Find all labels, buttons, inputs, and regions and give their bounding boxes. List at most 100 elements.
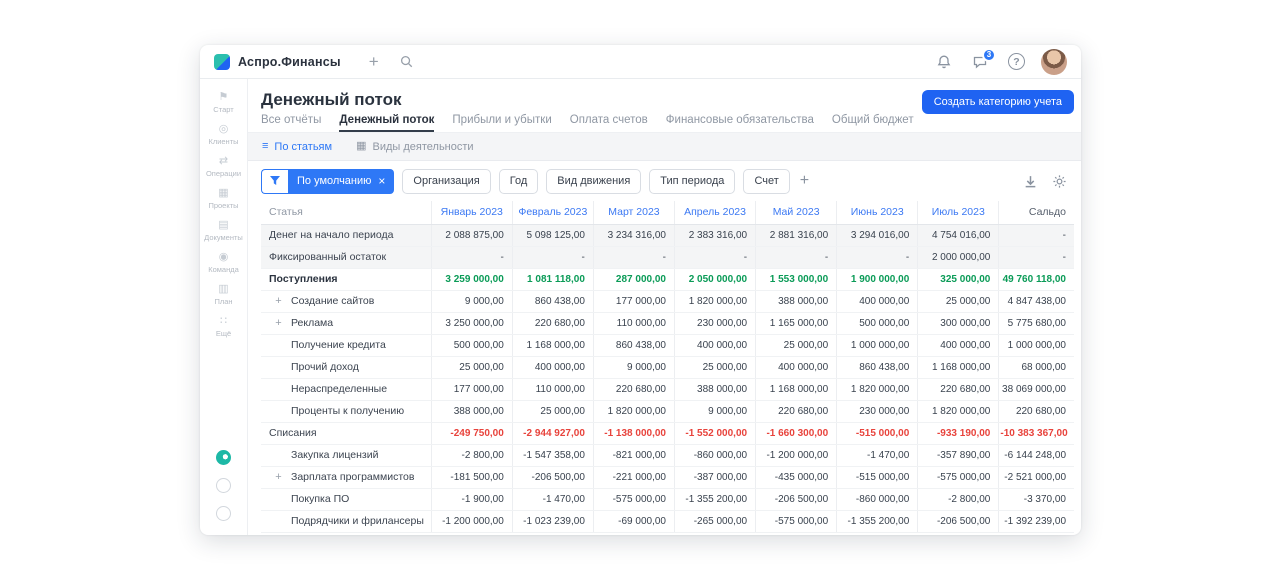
value-cell: -2 944 927,00: [512, 422, 593, 444]
sidebar-item-operations[interactable]: ⇄ Операции: [204, 155, 243, 178]
column-month[interactable]: Июнь 2023: [837, 201, 918, 224]
view-mode-by-activity[interactable]: ▦Виды деятельности: [356, 141, 473, 153]
tab-all-reports[interactable]: Все отчёты: [261, 110, 321, 132]
column-month[interactable]: Июль 2023: [918, 201, 999, 224]
add-filter-button[interactable]: +: [798, 173, 811, 189]
sidebar-item-documents[interactable]: ▤Документы: [204, 219, 243, 242]
value-cell: -206 500,00: [756, 488, 837, 510]
value-cell: 1 820 000,00: [593, 400, 674, 422]
value-cell: -: [756, 246, 837, 268]
app-module-icon-1[interactable]: [216, 478, 231, 493]
value-cell: -1 552 000,00: [674, 422, 755, 444]
sidebar-item-more[interactable]: ∷Ещё: [204, 315, 243, 338]
view-toggle: ≡По статьям ▦Виды деятельности: [248, 133, 1081, 161]
row-site-creation: +Создание сайтов9 000,00860 438,00177 00…: [261, 290, 1074, 312]
value-cell: -6 144 248,00: [999, 444, 1074, 466]
search-icon[interactable]: [399, 54, 414, 69]
column-month[interactable]: Январь 2023: [431, 201, 512, 224]
filter-movement-type[interactable]: Вид движения: [546, 169, 641, 194]
value-cell: 3 294 016,00: [837, 224, 918, 246]
value-cell: 1 820 000,00: [674, 290, 755, 312]
app-module-icon-2[interactable]: [216, 506, 231, 521]
value-cell: 230 000,00: [674, 312, 755, 334]
column-month[interactable]: Февраль 2023: [512, 201, 593, 224]
filter-chip-label: По умолчанию: [297, 175, 371, 187]
filter-funnel-icon[interactable]: [261, 169, 288, 194]
expand-icon[interactable]: +: [273, 295, 284, 307]
tab-profit-loss[interactable]: Прибыли и убытки: [452, 110, 551, 132]
value-cell: -1 023 239,00: [512, 510, 593, 532]
default-filter-chip[interactable]: По умолчанию ×: [288, 169, 394, 194]
value-cell: -3 370,00: [999, 488, 1074, 510]
value-cell: -249 750,00: [431, 422, 512, 444]
tab-obligations[interactable]: Финансовые обязательства: [666, 110, 814, 132]
topbar: Аспро.Финансы +: [200, 45, 1081, 79]
value-cell: -206 500,00: [512, 466, 593, 488]
download-icon[interactable]: [1023, 174, 1038, 189]
help-icon[interactable]: ?: [1008, 53, 1025, 70]
row-other-income: Прочий доход25 000,00400 000,009 000,002…: [261, 356, 1074, 378]
value-cell: 400 000,00: [674, 334, 755, 356]
sidebar-bottom: [216, 450, 231, 535]
expand-icon[interactable]: +: [273, 471, 284, 483]
value-cell: 400 000,00: [756, 356, 837, 378]
value-cell: -1 470,00: [512, 488, 593, 510]
start-icon: ⚑: [219, 91, 229, 103]
aspro-cloud-icon[interactable]: [216, 450, 231, 465]
filter-organization[interactable]: Организация: [402, 169, 490, 194]
table-actions: [1023, 174, 1067, 189]
value-cell: -: [837, 246, 918, 268]
user-avatar[interactable]: [1041, 49, 1067, 75]
sidebar-item-plan[interactable]: ▥План: [204, 283, 243, 306]
app-logo-icon: [214, 54, 230, 70]
row-interest-receivable: Проценты к получению388 000,0025 000,001…: [261, 400, 1074, 422]
remove-filter-icon[interactable]: ×: [378, 175, 385, 187]
row-label-cell: +Создание сайтов: [261, 290, 431, 312]
quick-add-button[interactable]: +: [369, 53, 379, 70]
tab-invoices[interactable]: Оплата счетов: [570, 110, 648, 132]
value-cell: -575 000,00: [756, 510, 837, 532]
tab-cash-flow[interactable]: Денежный поток: [339, 110, 434, 132]
chat-icon[interactable]: 3: [972, 54, 988, 70]
sidebar: ⚑Старт ◎Клиенты ⇄ Операции ▦Проекты ▤Документ…: [200, 79, 248, 535]
filter-period-type[interactable]: Тип периода: [649, 169, 735, 194]
plan-icon: ▥: [218, 283, 228, 295]
row-income-total: Поступления3 259 000,001 081 118,00287 0…: [261, 268, 1074, 290]
value-cell: -575 000,00: [918, 466, 999, 488]
value-cell: 4 847 438,00: [999, 290, 1074, 312]
sidebar-item-label: Операции: [206, 169, 241, 178]
page-header: Денежный поток Создать категорию учета: [248, 79, 1081, 110]
value-cell: -221 000,00: [593, 466, 674, 488]
value-cell: -: [674, 246, 755, 268]
filter-account[interactable]: Счет: [743, 169, 789, 194]
row-label-cell: +Зарплата программистов: [261, 466, 431, 488]
cashflow-table: СтатьяЯнварь 2023Февраль 2023Март 2023Ап…: [248, 201, 1081, 535]
value-cell: 25 000,00: [512, 400, 593, 422]
value-cell: 2 088 875,00: [431, 224, 512, 246]
value-cell: 177 000,00: [431, 378, 512, 400]
value-cell: 220 680,00: [593, 378, 674, 400]
row-label: Получение кредита: [291, 339, 386, 351]
filter-year[interactable]: Год: [499, 169, 539, 194]
column-month[interactable]: Март 2023: [593, 201, 674, 224]
column-month[interactable]: Апрель 2023: [674, 201, 755, 224]
expand-icon[interactable]: +: [273, 317, 284, 329]
notifications-icon[interactable]: [936, 54, 952, 70]
sidebar-item-clients[interactable]: ◎Клиенты: [204, 123, 243, 146]
view-mode-by-articles[interactable]: ≡По статьям: [262, 141, 332, 153]
row-label-cell: Нераспределенные: [261, 378, 431, 400]
value-cell: 1 165 000,00: [756, 312, 837, 334]
sidebar-item-projects[interactable]: ▦Проекты: [204, 187, 243, 210]
value-cell: 400 000,00: [918, 334, 999, 356]
settings-icon[interactable]: [1052, 174, 1067, 189]
tab-budget[interactable]: Общий бюджет: [832, 110, 914, 132]
sidebar-item-team[interactable]: ◉Команда: [204, 251, 243, 274]
topbar-left: Аспро.Финансы +: [214, 53, 414, 70]
column-month[interactable]: Май 2023: [756, 201, 837, 224]
row-label-cell: Прочий доход: [261, 356, 431, 378]
value-cell: 25 000,00: [431, 356, 512, 378]
sidebar-item-start[interactable]: ⚑Старт: [204, 91, 243, 114]
operations-icon: ⇄: [219, 155, 228, 167]
value-cell: -: [999, 224, 1074, 246]
value-cell: 1 168 000,00: [512, 334, 593, 356]
